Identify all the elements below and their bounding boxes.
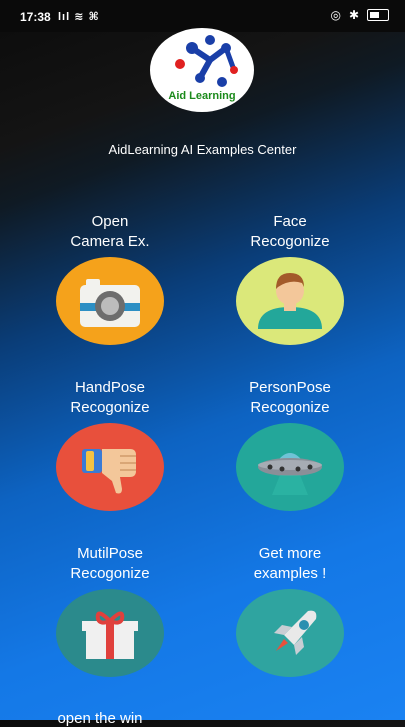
thumbs-down-icon[interactable]	[56, 423, 164, 511]
alarm-icon: ◎	[330, 8, 341, 22]
rocket-icon[interactable]	[236, 589, 344, 677]
logo-text: Aid Learning	[168, 90, 236, 102]
logo-network-icon	[175, 35, 238, 87]
gift-icon[interactable]	[56, 589, 164, 677]
ufo-icon[interactable]	[236, 423, 344, 511]
face-recognize-tile[interactable]: Face Recogonize	[225, 212, 355, 345]
handpose-recognize-tile[interactable]: HandPose Recogonize	[45, 378, 175, 511]
tile-label: PersonPose Recogonize	[249, 379, 331, 416]
tile-label: Open Camera Ex.	[70, 213, 150, 250]
status-right: ◎ ✱	[330, 8, 389, 22]
tile-label: MutilPose Recogonize	[70, 545, 150, 582]
page-title: AidLearning AI Examples Center	[108, 142, 297, 157]
camera-icon[interactable]	[56, 257, 164, 345]
bluetooth-icon: ✱	[348, 8, 359, 22]
status-time: 17:38	[20, 10, 51, 24]
tile-label: Face Recogonize	[250, 213, 330, 250]
person-icon[interactable]	[236, 257, 344, 345]
open-camera-tile[interactable]: Open Camera Ex.	[45, 212, 175, 345]
mutilpose-recognize-tile[interactable]: MutilPose Recogonize	[45, 544, 175, 677]
personpose-recognize-tile[interactable]: PersonPose Recogonize	[225, 378, 355, 511]
app-logo: Aid Learning	[150, 28, 254, 112]
tile-label: Get more examples !	[253, 545, 327, 582]
tile-label: HandPose Recogonize	[70, 379, 150, 416]
open-window-tile-label[interactable]: open the win	[0, 710, 200, 727]
signal-icon: lıl ≋ ⌘	[58, 11, 100, 23]
get-more-examples-tile[interactable]: Get more examples !	[225, 544, 355, 677]
battery-icon	[367, 9, 389, 21]
